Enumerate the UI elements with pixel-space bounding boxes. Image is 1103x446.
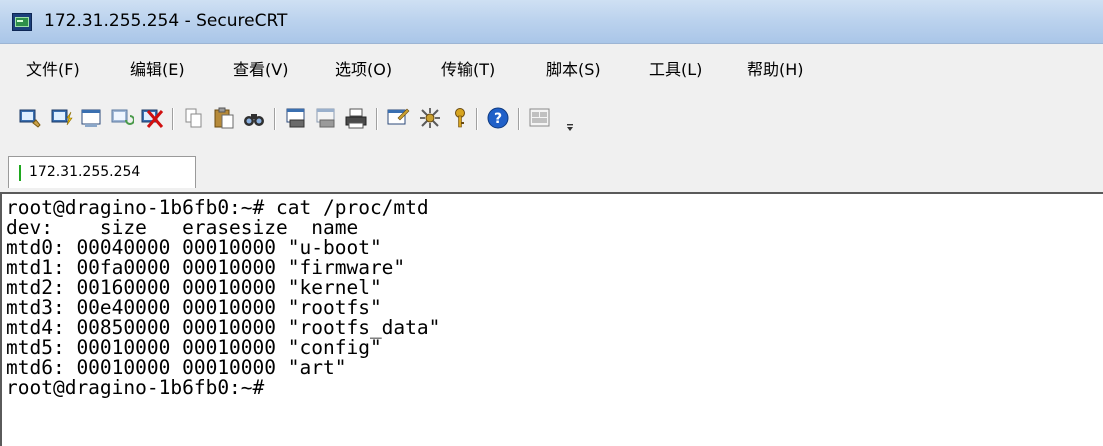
menu-transfer[interactable]: 传输(T) [441, 56, 495, 80]
global-options-icon[interactable] [418, 106, 442, 130]
menu-view[interactable]: 查看(V) [233, 56, 288, 80]
toolbar-separator [172, 108, 173, 130]
tab-bar: 172.31.255.254 [0, 150, 1103, 192]
terminal-output[interactable]: root@dragino-1b6fb0:~# cat /proc/mtd dev… [0, 192, 1103, 446]
terminal-line: mtd5: 00010000 00010000 "config" [6, 336, 382, 359]
terminal-line: mtd0: 00040000 00010000 "u-boot" [6, 236, 382, 259]
terminal-prompt: root@dragino-1b6fb0:~# [6, 376, 265, 399]
print-selection-icon[interactable] [314, 106, 338, 130]
menu-file[interactable]: 文件(F) [26, 56, 80, 80]
terminal-line: mtd6: 00010000 00010000 "art" [6, 356, 347, 379]
menu-help[interactable]: 帮助(H) [747, 56, 804, 80]
menu-tools[interactable]: 工具(L) [649, 56, 702, 80]
print-setup-icon[interactable] [284, 106, 308, 130]
keymap-icon[interactable] [528, 106, 552, 130]
disconnect-icon[interactable] [140, 106, 164, 130]
key-icon[interactable] [448, 106, 472, 130]
terminal-line: dev: size erasesize name [6, 216, 359, 239]
securecrt-app-icon[interactable] [12, 13, 32, 31]
toolbar: ? [0, 86, 1103, 150]
toolbar-overflow-icon[interactable] [566, 124, 574, 132]
terminal-line: mtd3: 00e40000 00010000 "rootfs" [6, 296, 382, 319]
reconnect-icon[interactable] [110, 106, 134, 130]
menu-script[interactable]: 脚本(S) [546, 56, 601, 80]
connection-status-indicator [19, 165, 21, 181]
menu-edit[interactable]: 编辑(E) [130, 56, 185, 80]
toolbar-separator [518, 108, 519, 130]
toolbar-separator [376, 108, 377, 130]
terminal-line: mtd2: 00160000 00010000 "kernel" [6, 276, 382, 299]
find-icon[interactable] [242, 106, 266, 130]
session-tab[interactable]: 172.31.255.254 [8, 156, 196, 188]
terminal-line: mtd1: 00fa0000 00010000 "firmware" [6, 256, 406, 279]
toolbar-separator [476, 108, 477, 130]
terminal-line: root@dragino-1b6fb0:~# cat /proc/mtd [6, 196, 429, 219]
quick-connect-icon[interactable] [50, 106, 74, 130]
connect-tab-icon[interactable] [80, 106, 104, 130]
menu-options[interactable]: 选项(O) [335, 56, 392, 80]
connect-icon[interactable] [18, 106, 42, 130]
copy-icon[interactable] [182, 106, 206, 130]
window-title: 172.31.255.254 - SecureCRT [44, 11, 288, 31]
session-options-icon[interactable] [386, 106, 410, 130]
paste-icon[interactable] [212, 106, 236, 130]
help-icon[interactable]: ? [486, 106, 510, 130]
toolbar-separator [274, 108, 275, 130]
title-bar[interactable]: 172.31.255.254 - SecureCRT [0, 0, 1103, 44]
menu-bar: 文件(F) 编辑(E) 查看(V) 选项(O) 传输(T) 脚本(S) 工具(L… [0, 44, 1103, 86]
terminal-line: mtd4: 00850000 00010000 "rootfs_data" [6, 316, 441, 339]
print-icon[interactable] [344, 106, 368, 130]
svg-text:?: ? [494, 111, 502, 127]
session-tab-label: 172.31.255.254 [29, 164, 141, 180]
